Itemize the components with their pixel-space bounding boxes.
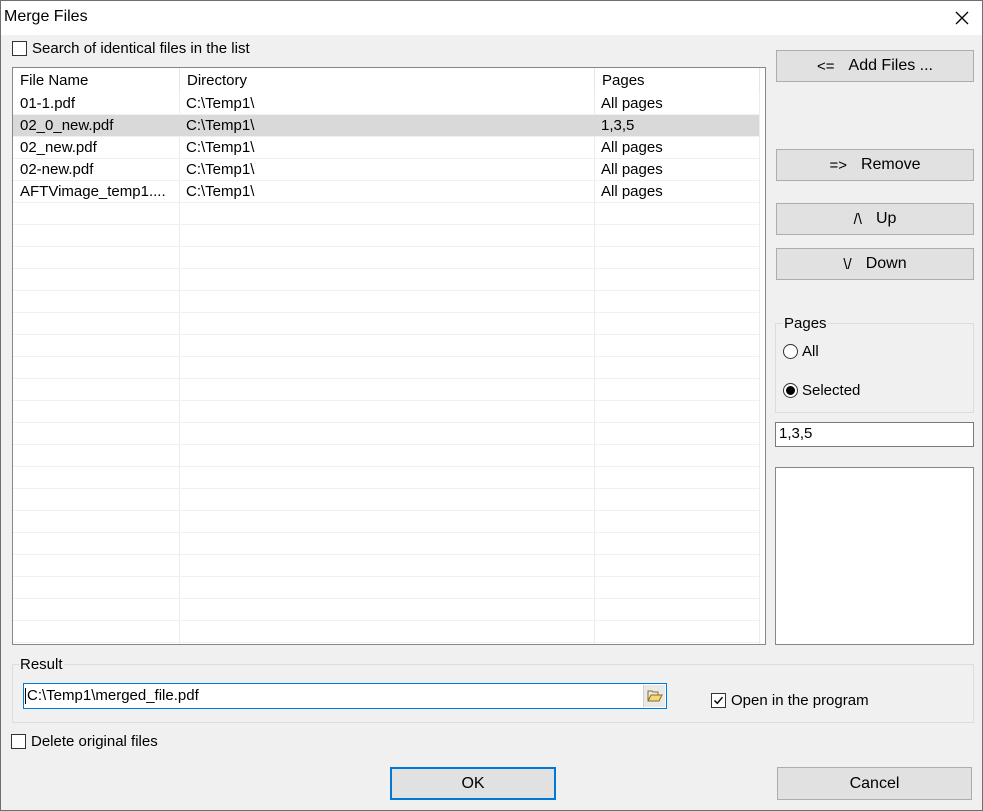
- pages-selected-option[interactable]: Selected: [783, 382, 860, 399]
- pages-all-radio[interactable]: [783, 344, 798, 359]
- title-bar: [1, 1, 982, 35]
- result-path-input[interactable]: C:\Temp1\merged_file.pdf: [23, 683, 667, 709]
- empty-row: [13, 445, 759, 467]
- cell-pages: All pages: [601, 139, 663, 156]
- up-arrow: /\: [853, 210, 862, 228]
- search-identical-label: Search of identical files in the list: [32, 40, 250, 57]
- down-button[interactable]: \/ Down: [776, 248, 974, 280]
- pages-group: [775, 323, 974, 413]
- empty-row: [13, 247, 759, 269]
- browse-button[interactable]: [643, 685, 665, 707]
- text-cursor: [25, 688, 26, 705]
- empty-row: [13, 291, 759, 313]
- empty-row: [13, 555, 759, 577]
- radio-selected-dot: [786, 386, 795, 395]
- column-header-pages[interactable]: Pages: [595, 68, 760, 93]
- pages-input[interactable]: 1,3,5: [775, 422, 974, 447]
- cell-pages: All pages: [601, 183, 663, 200]
- up-button[interactable]: /\ Up: [776, 203, 974, 235]
- down-arrow: \/: [843, 255, 852, 273]
- cell-pages: All pages: [601, 161, 663, 178]
- empty-row: [13, 489, 759, 511]
- column-divider: [759, 68, 760, 644]
- empty-row: [13, 401, 759, 423]
- cell-file-name: AFTVimage_temp1....: [20, 183, 166, 200]
- empty-row: [13, 467, 759, 489]
- pages-selected-radio[interactable]: [783, 383, 798, 398]
- cell-file-name: 02-new.pdf: [20, 161, 94, 178]
- up-label: Up: [875, 210, 897, 227]
- down-label: Down: [865, 255, 907, 272]
- empty-row: [13, 203, 759, 225]
- add-files-arrow: <=: [816, 57, 835, 75]
- column-header-file-name[interactable]: File Name: [13, 68, 180, 93]
- empty-row: [13, 313, 759, 335]
- table-row[interactable]: AFTVimage_temp1.... C:\Temp1\ All pages: [13, 181, 759, 203]
- window-title: Merge Files: [4, 8, 88, 25]
- remove-label: Remove: [860, 156, 921, 173]
- empty-row: [13, 357, 759, 379]
- cell-directory: C:\Temp1\: [186, 139, 255, 156]
- empty-row: [13, 269, 759, 291]
- cell-file-name: 01-1.pdf: [20, 95, 76, 112]
- cell-directory: C:\Temp1\: [186, 183, 255, 200]
- empty-row: [13, 533, 759, 555]
- cell-pages: All pages: [601, 95, 663, 112]
- add-files-label: Add Files ...: [848, 57, 933, 74]
- checkmark-icon: [714, 696, 724, 705]
- remove-button[interactable]: => Remove: [776, 149, 974, 181]
- cell-pages: 1,3,5: [601, 117, 635, 134]
- remove-arrow: =>: [829, 156, 847, 174]
- search-identical-option[interactable]: Search of identical files in the list: [12, 40, 250, 57]
- cell-directory: C:\Temp1\: [186, 95, 255, 112]
- empty-row: [13, 599, 759, 621]
- result-path-text: C:\Temp1\merged_file.pdf: [27, 687, 199, 704]
- table-row[interactable]: 02_new.pdf C:\Temp1\ All pages: [13, 137, 759, 159]
- cell-file-name: 02_0_new.pdf: [20, 117, 114, 134]
- pages-all-label: All: [802, 343, 819, 360]
- empty-row: [13, 225, 759, 247]
- pages-selected-label: Selected: [802, 382, 861, 399]
- delete-original-checkbox[interactable]: [11, 734, 26, 749]
- cell-directory: C:\Temp1\: [186, 117, 255, 134]
- column-header-directory[interactable]: Directory: [180, 68, 595, 93]
- table-row[interactable]: 01-1.pdf C:\Temp1\ All pages: [13, 93, 759, 115]
- empty-row: [13, 577, 759, 599]
- add-files-button[interactable]: <= Add Files ...: [776, 50, 974, 82]
- open-in-program-checkbox[interactable]: [711, 693, 726, 708]
- empty-row: [13, 335, 759, 357]
- delete-original-label: Delete original files: [31, 733, 158, 750]
- result-group-label: Result: [19, 656, 64, 673]
- file-list[interactable]: File Name Directory Pages 01-1.pdf C:\Tem…: [12, 67, 766, 645]
- empty-row: [13, 621, 759, 643]
- close-icon: [955, 11, 969, 25]
- search-identical-checkbox[interactable]: [12, 41, 27, 56]
- preview-pane: [775, 467, 974, 645]
- open-in-program-label: Open in the program: [731, 692, 869, 709]
- open-in-program-option[interactable]: Open in the program: [711, 692, 869, 709]
- table-row[interactable]: 02_0_new.pdf C:\Temp1\ 1,3,5: [13, 115, 759, 137]
- pages-all-option[interactable]: All: [783, 343, 819, 360]
- close-button[interactable]: [944, 1, 980, 35]
- empty-row: [13, 511, 759, 533]
- empty-row: [13, 643, 759, 644]
- table-row[interactable]: 02-new.pdf C:\Temp1\ All pages: [13, 159, 759, 181]
- empty-row: [13, 379, 759, 401]
- ok-button[interactable]: OK: [390, 767, 556, 800]
- folder-open-icon: [647, 690, 663, 702]
- delete-original-option[interactable]: Delete original files: [11, 733, 158, 750]
- cell-file-name: 02_new.pdf: [20, 139, 97, 156]
- cell-directory: C:\Temp1\: [186, 161, 255, 178]
- cancel-button[interactable]: Cancel: [777, 767, 972, 800]
- pages-group-label: Pages: [783, 315, 828, 332]
- empty-row: [13, 423, 759, 445]
